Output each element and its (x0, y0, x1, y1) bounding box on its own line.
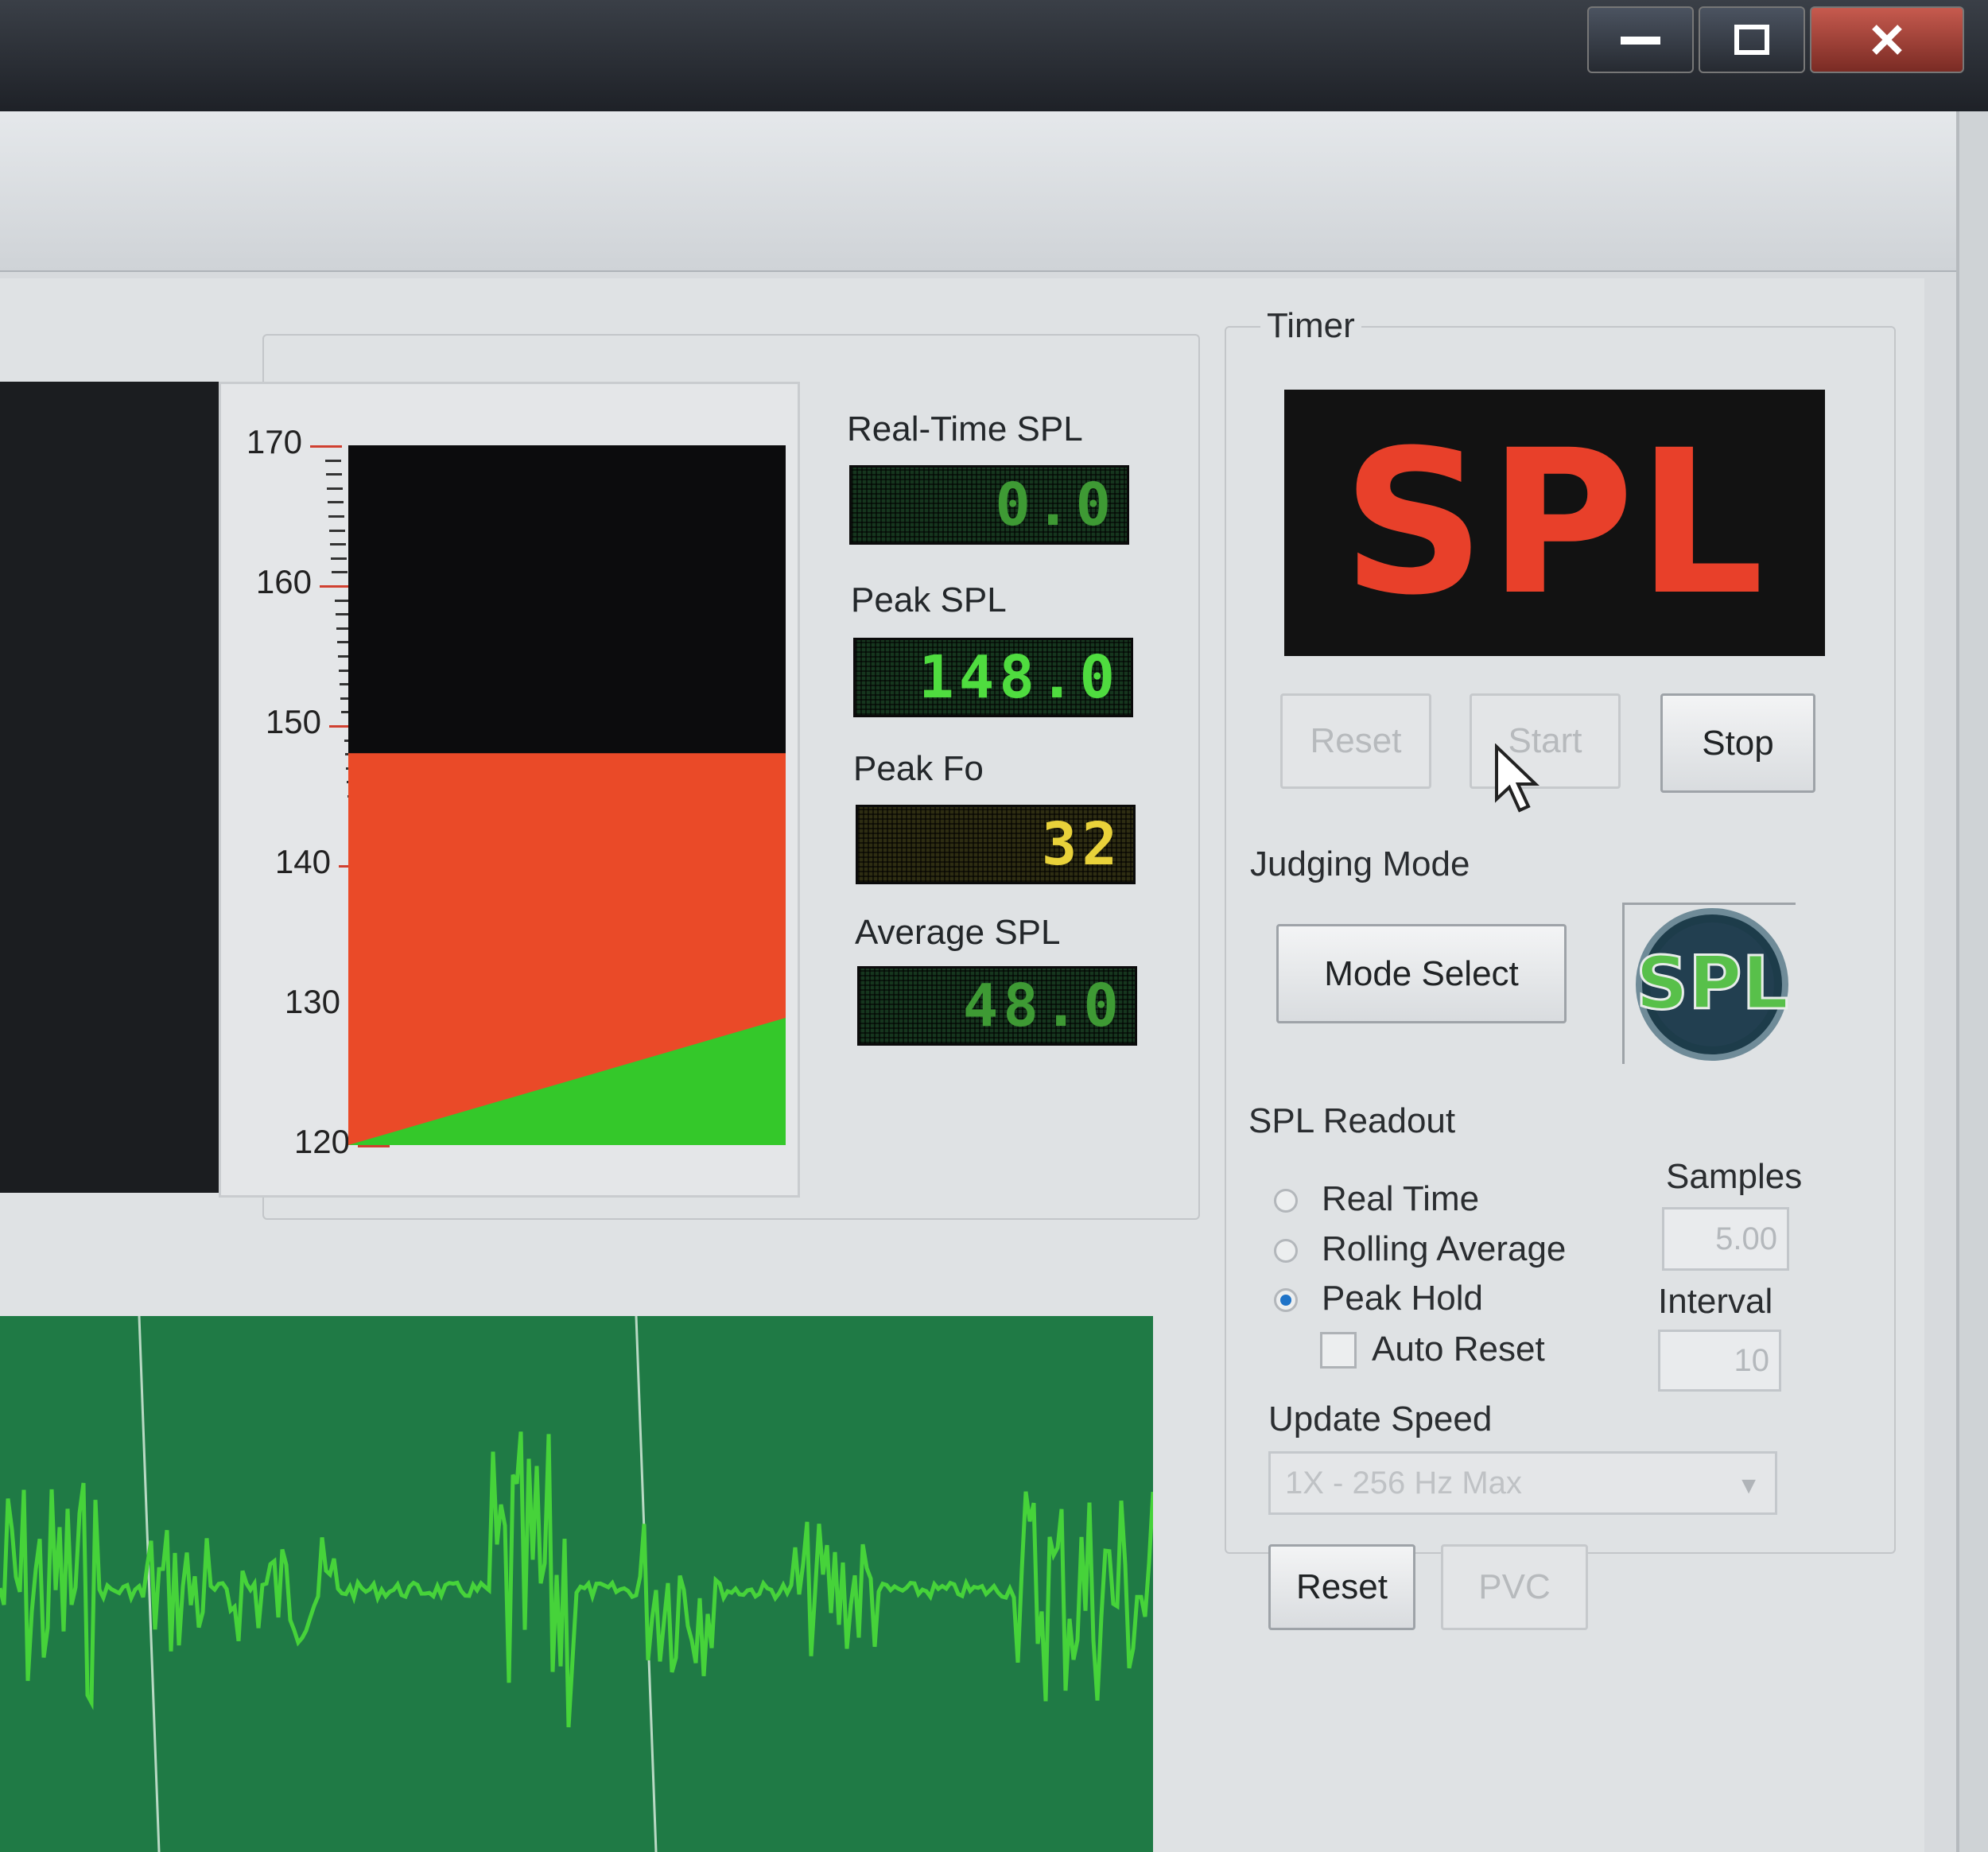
spl-readout-label: SPL Readout (1248, 1101, 1456, 1140)
auto-reset-label: Auto Reset (1372, 1330, 1545, 1369)
meter-minor-tick (329, 529, 345, 532)
realtime-spl-label: Real-Time SPL (847, 410, 1083, 448)
interval-label: Interval (1658, 1282, 1773, 1321)
update-speed-value: 1X - 256 Hz Max (1285, 1465, 1522, 1501)
meter-major-tick (358, 1145, 390, 1147)
meter-tick-label: 170 (246, 423, 302, 460)
spectrum-panel (0, 382, 227, 1193)
toolbar-band (0, 111, 1956, 272)
meter-minor-tick (326, 473, 342, 476)
timer-start-button[interactable]: Start (1470, 693, 1621, 789)
mouse-cursor-icon (1495, 744, 1540, 813)
judging-mode-label: Judging Mode (1250, 844, 1470, 883)
meter-tick-label: 160 (255, 563, 312, 600)
peak-spl-label: Peak SPL (851, 580, 1007, 619)
waveform-graphic (0, 1316, 1153, 1852)
spl-logo: SPL (1622, 903, 1796, 1064)
radio-rolling-average[interactable] (1274, 1239, 1298, 1263)
update-speed-select[interactable]: 1X - 256 Hz Max ▼ (1268, 1451, 1777, 1515)
peak-fo-label: Peak Fo (853, 749, 984, 788)
radio-rolling-average-label: Rolling Average (1322, 1229, 1567, 1268)
meter-minor-tick (330, 543, 346, 546)
meter-tick-label: 150 (265, 703, 321, 740)
average-spl-display: 48.0 (857, 966, 1137, 1046)
radio-real-time-label: Real Time (1322, 1179, 1480, 1218)
meter-minor-tick (325, 459, 341, 462)
meter-minor-tick (328, 501, 344, 504)
meter-minor-tick (328, 515, 344, 518)
peak-spl-display: 148.0 (853, 638, 1133, 717)
pvc-button[interactable]: PVC (1441, 1544, 1588, 1630)
samples-label: Samples (1666, 1157, 1803, 1196)
spl-logo-icon: SPL (1634, 908, 1790, 1061)
timer-reset-button[interactable]: Reset (1280, 693, 1431, 789)
timer-display: SPL (1284, 390, 1825, 656)
maximize-button[interactable] (1699, 6, 1805, 73)
auto-reset-checkbox[interactable] (1320, 1332, 1357, 1369)
radio-peak-hold[interactable] (1274, 1288, 1298, 1312)
radio-peak-hold-label: Peak Hold (1322, 1279, 1484, 1318)
minimize-button[interactable] (1587, 6, 1694, 73)
waveform-trace (0, 1431, 1153, 1728)
meter-tick-label: 140 (274, 843, 331, 880)
interval-field[interactable]: 10 (1658, 1330, 1781, 1392)
meter-minor-tick (327, 487, 343, 490)
meter-major-tick (320, 585, 351, 588)
minimize-icon (1621, 37, 1660, 45)
update-speed-label: Update Speed (1268, 1400, 1493, 1439)
meter-tick-label: 130 (284, 983, 340, 1020)
samples-field[interactable]: 5.00 (1662, 1207, 1789, 1271)
maximize-icon (1734, 25, 1769, 55)
svg-text:SPL: SPL (1636, 941, 1788, 1026)
meter-minor-tick (332, 571, 348, 574)
timer-stop-button[interactable]: Stop (1660, 693, 1815, 793)
waveform-scope (0, 1316, 1153, 1852)
scope-gridline (138, 1316, 161, 1852)
meter-tick-label: 120 (293, 1123, 350, 1160)
close-icon (1872, 25, 1902, 55)
peak-fo-display: 32 (856, 805, 1136, 884)
close-button[interactable] (1810, 6, 1964, 73)
meter-graphic (348, 445, 786, 1145)
average-spl-label: Average SPL (855, 913, 1061, 952)
meter-minor-tick (331, 557, 347, 560)
radio-real-time[interactable] (1274, 1189, 1298, 1213)
bottom-reset-button[interactable]: Reset (1268, 1544, 1415, 1630)
window-controls (1587, 6, 1964, 73)
realtime-spl-display: 0.0 (849, 465, 1129, 545)
chevron-down-icon: ▼ (1737, 1473, 1761, 1499)
mode-select-button[interactable]: Mode Select (1276, 924, 1567, 1023)
title-bar (0, 0, 1988, 111)
timer-label: Timer (1260, 306, 1361, 346)
spl-bar-meter (348, 445, 786, 1145)
meter-major-tick (310, 445, 342, 448)
